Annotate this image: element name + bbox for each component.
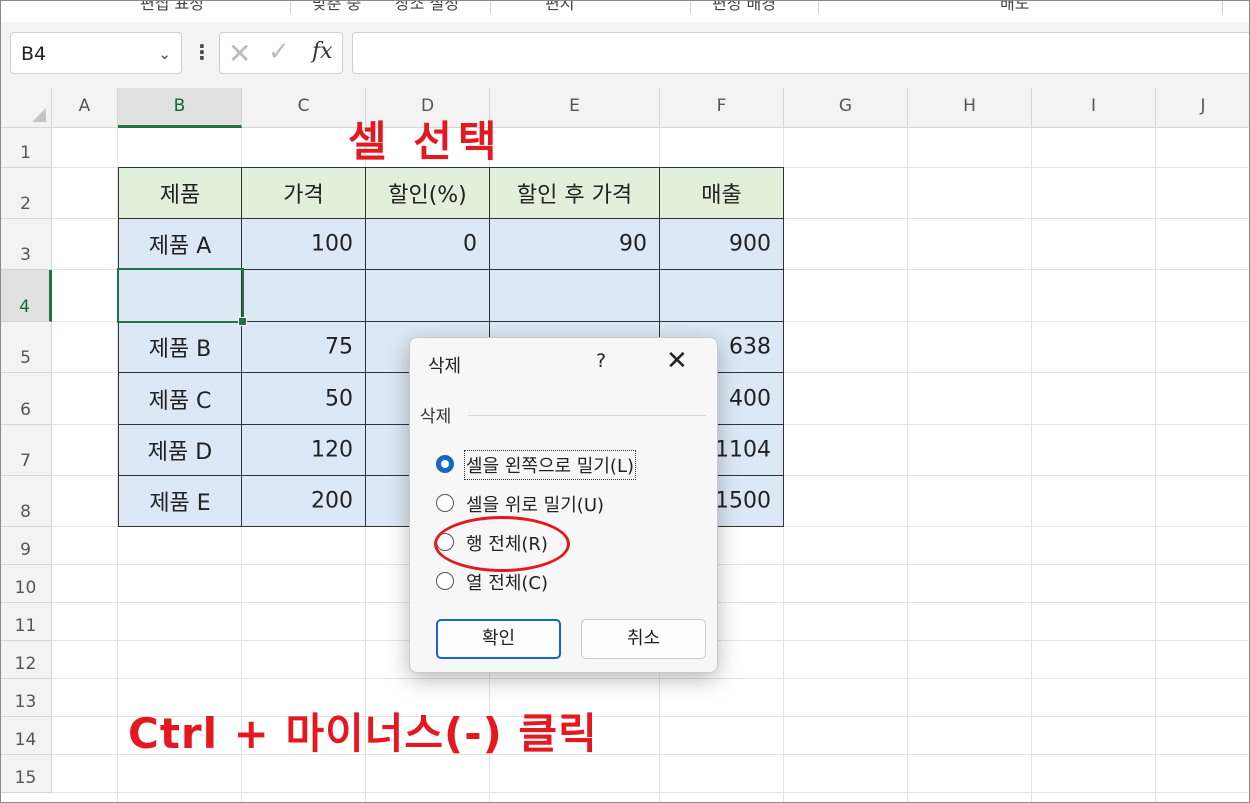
table-cell[interactable]: 90 [489, 218, 660, 270]
column-header-i[interactable]: I [1032, 88, 1156, 128]
table-cell[interactable]: 100 [241, 218, 366, 270]
insert-function-icon[interactable]: fx [312, 39, 333, 64]
option-label: 열 전체(C) [466, 573, 549, 594]
ribbon-label[interactable]: 편집 표정 [140, 0, 204, 14]
row-header-11[interactable]: 11 [0, 603, 52, 641]
close-icon[interactable]: ✕ [666, 346, 688, 376]
ribbon-label[interactable]: 편지 [545, 0, 574, 14]
ribbon-label[interactable]: 장소 설정 [395, 0, 459, 14]
cancel-button[interactable]: 취소 [581, 619, 706, 659]
table-cell[interactable] [489, 269, 660, 322]
table-header-cell[interactable]: 할인(%) [365, 167, 490, 219]
name-box[interactable]: B4 ⌄ [10, 32, 182, 74]
select-all-button[interactable] [0, 88, 52, 128]
table-header-cell[interactable]: 제품 [118, 167, 242, 219]
table-cell[interactable]: 50 [241, 372, 366, 425]
column-header-b[interactable]: B [118, 88, 242, 128]
radio-unselected[interactable] [436, 533, 454, 551]
active-cell-border [117, 268, 244, 323]
column-header-a[interactable]: A [52, 88, 118, 128]
delete-dialog: 삭제 ? ✕ 삭제 셀을 왼쪽으로 밀기(L) 셀을 위로 밀기(U) 행 전체… [409, 337, 718, 673]
row-header-8[interactable]: 8 [0, 476, 52, 527]
name-box-value: B4 [21, 43, 47, 65]
formula-bar: B4 ⌄ ⋮ ✕ ✓ fx [0, 22, 1250, 88]
more-options-icon[interactable]: ⋮ [192, 40, 212, 64]
column-header-e[interactable]: E [490, 88, 660, 128]
option-label: 셀을 왼쪽으로 밀기(L) [464, 450, 636, 480]
table-cell[interactable]: 제품 A [118, 218, 242, 270]
column-header-j[interactable]: J [1156, 88, 1250, 128]
enter-icon[interactable]: ✓ [268, 37, 290, 67]
table-cell[interactable]: 제품 E [118, 475, 242, 527]
ribbon-label[interactable]: 배도 [1000, 0, 1029, 14]
table-header-cell[interactable]: 매출 [659, 167, 784, 219]
cancel-icon[interactable]: ✕ [228, 37, 251, 70]
table-header-cell[interactable]: 가격 [241, 167, 366, 219]
row-header-4[interactable]: 4 [0, 270, 52, 322]
ribbon-label[interactable]: 맞춘 중 [312, 0, 361, 14]
row-header-15[interactable]: 15 [0, 755, 52, 793]
table-cell[interactable]: 제품 D [118, 424, 242, 476]
chevron-down-icon[interactable]: ⌄ [158, 45, 171, 63]
row-header-10[interactable]: 10 [0, 565, 52, 603]
row-header-1[interactable]: 1 [0, 128, 52, 168]
row-header-12[interactable]: 12 [0, 641, 52, 679]
column-header-h[interactable]: H [908, 88, 1032, 128]
option-label: 셀을 위로 밀기(U) [466, 495, 605, 516]
row-header-5[interactable]: 5 [0, 322, 52, 373]
column-header-g[interactable]: G [784, 88, 908, 128]
radio-unselected[interactable] [436, 572, 454, 590]
row-header-7[interactable]: 7 [0, 425, 52, 476]
table-cell[interactable]: 제품 C [118, 372, 242, 425]
table-cell[interactable]: 120 [241, 424, 366, 476]
help-icon[interactable]: ? [596, 350, 606, 372]
table-cell[interactable] [241, 269, 366, 322]
radio-selected[interactable] [436, 455, 454, 473]
table-header-cell[interactable]: 할인 후 가격 [489, 167, 660, 219]
row-header-6[interactable]: 6 [0, 373, 52, 425]
table-cell[interactable]: 제품 B [118, 321, 242, 373]
table-cell[interactable] [365, 269, 490, 322]
row-header-13[interactable]: 13 [0, 679, 52, 717]
table-cell[interactable]: 75 [241, 321, 366, 373]
table-cell[interactable] [659, 269, 784, 322]
ribbon-group-labels: 편집 표정 맞춘 중 장소 설정 편지 편성 배경 배도 [0, 0, 1250, 23]
ribbon-label[interactable]: 편성 배경 [712, 0, 776, 14]
row-header-3[interactable]: 3 [0, 219, 52, 270]
table-cell[interactable]: 200 [241, 475, 366, 527]
radio-unselected[interactable] [436, 494, 454, 512]
group-divider [468, 415, 706, 416]
column-header-f[interactable]: F [660, 88, 784, 128]
row-header-14[interactable]: 14 [0, 717, 52, 755]
option-label: 행 전체(R) [466, 534, 548, 555]
row-header-9[interactable]: 9 [0, 527, 52, 565]
fill-handle[interactable] [238, 317, 247, 326]
formula-input[interactable] [352, 32, 1250, 74]
row-header-2[interactable]: 2 [0, 168, 52, 219]
table-cell[interactable]: 900 [659, 218, 784, 270]
ok-button[interactable]: 확인 [436, 619, 561, 659]
dialog-group-label: 삭제 [420, 407, 452, 427]
dialog-title: 삭제 [428, 356, 462, 377]
formula-buttons: ✕ ✓ fx [219, 32, 343, 74]
table-cell[interactable]: 0 [365, 218, 490, 270]
annotation-shortcut: Ctrl + 마이너스(-) 클릭 [128, 709, 598, 758]
annotation-select-cell: 셀 선택 [348, 117, 503, 166]
